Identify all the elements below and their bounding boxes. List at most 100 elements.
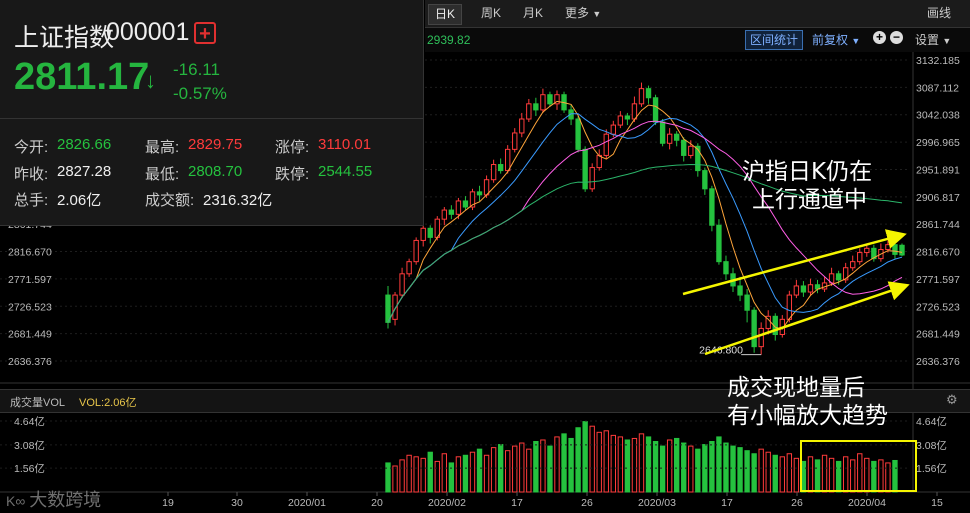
draw-line-button[interactable]: 画线 [921, 4, 957, 23]
candle-body [540, 94, 546, 111]
volume-bar [406, 454, 412, 493]
candle-body [385, 294, 391, 323]
volume-bar [892, 459, 898, 493]
x-tick-label: 2020/04 [848, 497, 886, 509]
volume-bar [610, 434, 616, 493]
range-stats-button[interactable]: 区间统计 [745, 30, 804, 50]
price-tick-label: 2726.523 [916, 301, 960, 313]
candle-body [455, 200, 462, 215]
left-price-tick-label: 2726.523 [8, 301, 52, 313]
volume-bar [737, 447, 743, 493]
candle-body [864, 247, 870, 254]
volume-bar [631, 437, 638, 493]
low-value: 2808.70 [188, 163, 243, 180]
volume-bar [666, 439, 673, 493]
divider [0, 118, 423, 119]
settings-dropdown[interactable]: 设置 ▼ [915, 32, 951, 49]
volume-bar [730, 445, 736, 493]
price-tick-label: 2816.670 [916, 247, 960, 259]
quote-panel: 上证指数 000001 + 2811.17 ↓ -16.11 -0.57% 今开… [0, 0, 424, 226]
candle-body [476, 191, 483, 196]
candle-body [596, 154, 602, 169]
high-value: 2829.75 [188, 136, 243, 153]
open-value: 2826.66 [57, 136, 112, 153]
index-code: 000001 [106, 18, 190, 46]
volume-bar [483, 454, 490, 493]
price-tick-label: 2996.965 [916, 137, 960, 149]
volume-bar [871, 460, 877, 493]
price-tick-label: 3042.038 [916, 110, 960, 122]
x-tick-label: 20 [371, 497, 383, 509]
prev-close-label: 昨收: [14, 166, 49, 183]
volume-bar [638, 433, 645, 493]
gear-icon[interactable]: ⚙ [946, 392, 958, 408]
candle-body [533, 103, 539, 111]
annotation-line: 有小幅放大趋势 [727, 403, 888, 429]
zoom-in-icon[interactable]: + [873, 31, 886, 44]
index-name: 上证指数 [14, 24, 115, 52]
tab-daily-k[interactable]: 日K [428, 4, 463, 25]
annotation-volume: 成交现地量后 有小幅放大趋势 [727, 374, 888, 430]
volume-bar [434, 460, 440, 493]
volume-bar [596, 431, 602, 493]
volume-bar [575, 427, 581, 493]
volume-bar [441, 453, 448, 493]
volume-title: 成交量VOL [10, 397, 66, 409]
volume-bar [842, 456, 849, 493]
volume-bar [490, 447, 497, 493]
candle-body [582, 148, 588, 190]
volume-bar [420, 457, 426, 493]
chevron-down-icon: ▼ [592, 9, 602, 19]
volume-bar [765, 451, 771, 493]
volume-bar [533, 441, 539, 493]
candle-body [420, 227, 426, 241]
candle-body [857, 252, 863, 263]
candle-body [716, 224, 722, 263]
x-tick-label: 15 [931, 497, 943, 509]
volume-bar [589, 425, 595, 493]
x-tick-label: 19 [162, 497, 174, 509]
kline-app: 3132.185 3087.112 3042.038 2996.965 2951.891… [0, 0, 970, 513]
tab-monthly-k[interactable]: 月K [517, 4, 549, 23]
candle-body [589, 167, 595, 190]
price-tick-label: 2771.597 [916, 274, 960, 286]
limit-down-value: 2544.55 [318, 163, 373, 180]
volume-bar [455, 456, 462, 493]
add-watchlist-button[interactable]: + [194, 22, 216, 44]
candle-body [850, 261, 856, 269]
adjust-label: 前复权 [812, 33, 849, 47]
candle-body [603, 133, 609, 156]
annotation-line: 成交现地量后 [727, 375, 865, 401]
ma-line [387, 120, 903, 323]
volume-bar [399, 459, 405, 493]
candle-body [758, 327, 764, 348]
high-label: 最高: [145, 139, 180, 156]
candle-body [406, 261, 412, 275]
candle-body [448, 209, 455, 215]
volume-bar [723, 442, 729, 493]
candle-body [659, 121, 666, 144]
tab-weekly-k[interactable]: 周K [475, 4, 507, 23]
volume-bar [519, 442, 525, 493]
annotation-line: 上行通道中 [752, 187, 867, 213]
tab-more[interactable]: 更多 ▼ [559, 4, 607, 23]
price-change: -16.11 [173, 60, 220, 79]
adjust-dropdown[interactable]: 前复权 ▼ [812, 32, 860, 49]
volume-bar [850, 459, 856, 493]
turnover-value: 2316.32亿 [203, 192, 273, 209]
volume-bar [603, 430, 609, 493]
candle-body [737, 285, 743, 296]
price-tick-label: 3087.112 [916, 82, 959, 94]
volume-bar [709, 441, 715, 493]
candle-body [497, 164, 504, 172]
volume-bar [568, 437, 574, 493]
candle-body [645, 88, 652, 99]
ma-line [387, 100, 903, 330]
volume-bar [561, 433, 567, 493]
x-tick-label: 26 [791, 497, 803, 509]
zoom-out-icon[interactable]: − [890, 31, 903, 44]
candle-body [702, 170, 708, 190]
volume-bar [695, 448, 701, 493]
volume-bar [448, 462, 455, 493]
candle-body [751, 309, 757, 348]
